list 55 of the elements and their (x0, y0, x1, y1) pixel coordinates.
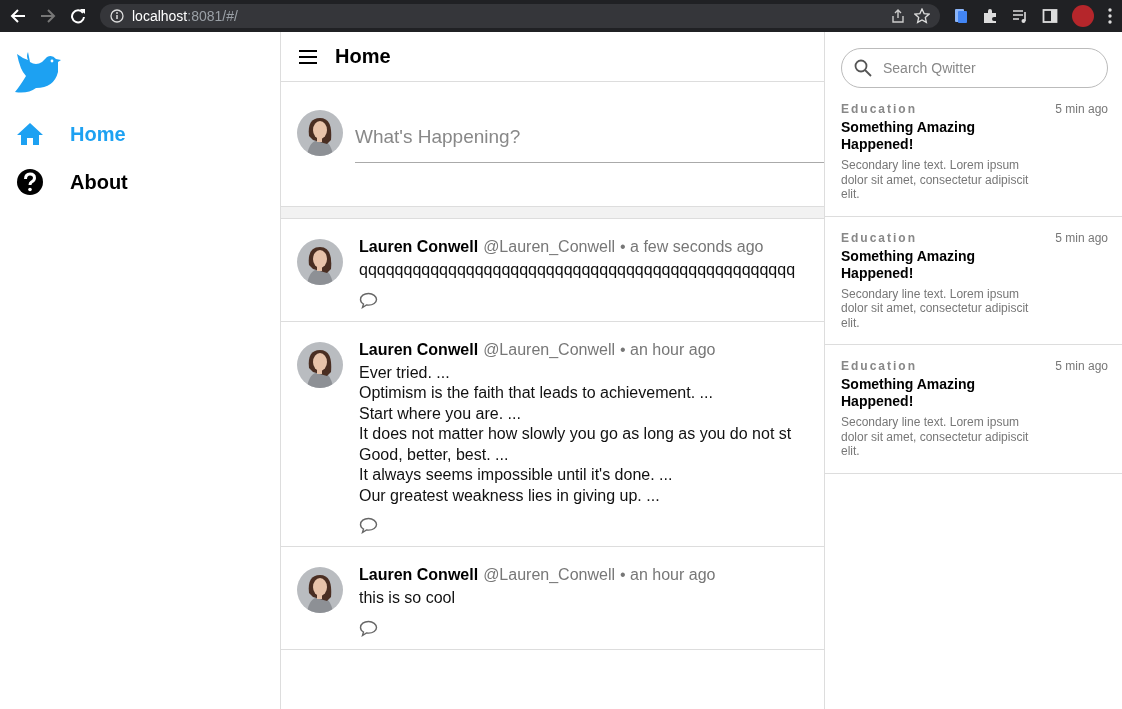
playlist-icon[interactable] (1012, 8, 1028, 24)
post-text: this is so cool (359, 588, 457, 608)
document-icon[interactable] (954, 8, 968, 24)
trend-category: Education (841, 102, 918, 116)
post-time: • a few seconds ago (620, 238, 764, 256)
post-text: Optimism is the faith that leads to achievement. ... (359, 383, 714, 403)
search-field[interactable]: Search Qwitter (841, 48, 1108, 88)
author-handle: @Lauren_Conwell (483, 566, 615, 584)
menu-icon[interactable] (299, 49, 317, 64)
profile-avatar[interactable] (1072, 5, 1094, 27)
comment-icon[interactable] (359, 619, 378, 637)
trend-category: Education (841, 230, 918, 245)
reload-icon[interactable] (70, 8, 86, 24)
info-icon (110, 9, 124, 23)
trend-time: 5 min ago (1055, 230, 1108, 247)
share-icon[interactable] (890, 8, 906, 24)
author-name: Lauren Conwell (359, 340, 479, 359)
comment-icon[interactable] (359, 291, 378, 309)
trend-category: Education (841, 359, 918, 373)
avatar (297, 239, 343, 285)
back-icon[interactable] (10, 8, 26, 24)
trend-title[interactable]: Something Amazing Happened! (841, 247, 991, 282)
menu-dots-icon[interactable] (1108, 8, 1112, 24)
home-icon (16, 122, 44, 146)
avatar (297, 110, 343, 156)
trend-title[interactable]: Something Amazing Happened! (841, 376, 991, 410)
help-icon (16, 168, 44, 196)
puzzle-icon[interactable] (982, 8, 998, 24)
address-bar[interactable]: localhost:8081/#/ (100, 4, 940, 28)
author-name: Lauren Conwell (359, 238, 479, 256)
author-handle: @Lauren_Conwell (483, 340, 615, 359)
author-handle: @Lauren_Conwell (483, 238, 615, 256)
post-time: • an hour ago (620, 340, 716, 359)
trend-title[interactable]: Something Amazing Happened! (841, 119, 991, 153)
post-text: Start where you are. ... (359, 403, 522, 423)
trend-description: Secondary line text. Lorem ipsum dolor sit amet, consectetur adipiscit elit. (841, 415, 1030, 459)
post-text: Good, better, best. ... (359, 444, 510, 464)
page-title: Home (335, 45, 391, 68)
post-text: It does not matter how slowly you go as long as you do not st (359, 424, 793, 444)
post-time: • an hour ago (620, 566, 716, 584)
star-icon[interactable] (914, 8, 930, 24)
comment-icon[interactable] (359, 517, 378, 534)
side-panel-icon[interactable] (1042, 8, 1058, 24)
post-text: qqqqqqqqqqqqqqqqqqqqqqqqqqqqqqqqqqqqqqqqqqqqqqqqq (359, 260, 797, 280)
trend-time: 5 min ago (1055, 359, 1108, 375)
avatar (297, 567, 343, 613)
post-text: Ever tried. ... (359, 362, 451, 382)
trend-description: Secondary line text. Lorem ipsum dolor sit amet, consectetur adipiscit elit. (841, 158, 1030, 202)
avatar (297, 341, 343, 388)
author-name: Lauren Conwell (359, 566, 479, 584)
trend-time: 5 min ago (1055, 102, 1108, 118)
nav-item[interactable]: About (14, 158, 134, 206)
trend-description: Secondary line text. Lorem ipsum dolor sit amet, consectetur adipiscit elit. (841, 286, 1030, 330)
post-text: It always seems impossible until it's done. ... (359, 465, 674, 485)
post-text: Our greatest weakness lies in giving up. ... (359, 485, 661, 505)
